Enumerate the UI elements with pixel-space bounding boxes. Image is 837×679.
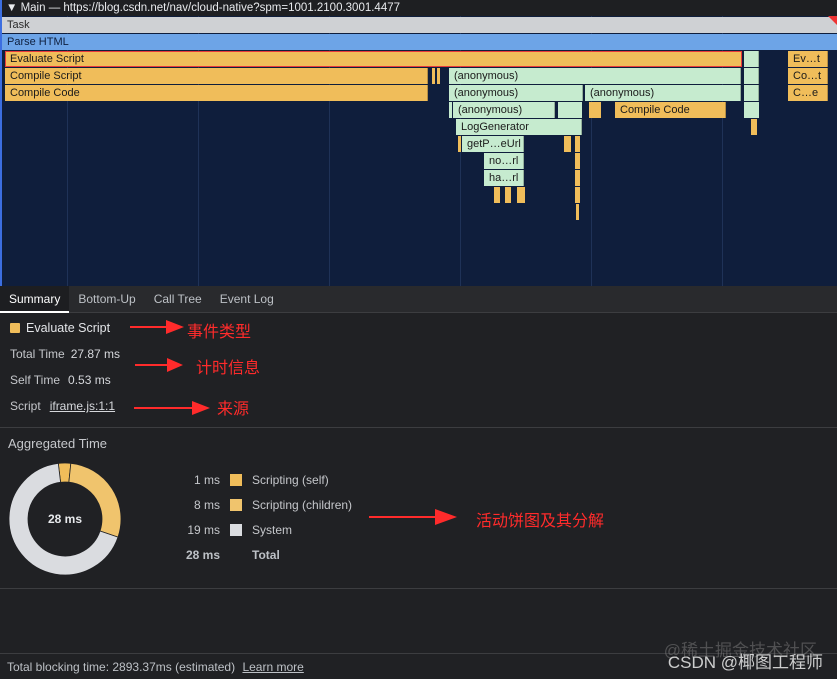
log-generator-bar[interactable]: LogGenerator [456, 119, 582, 135]
self-time-row: Self Time 0.53 ms [10, 373, 111, 387]
aggregated-time-title: Aggregated Time [8, 436, 108, 451]
legend-item: 8 ms Scripting (children) [178, 498, 352, 512]
event-color-swatch [10, 323, 20, 333]
legend-total-label: Total [252, 548, 280, 562]
aggregated-time-donut: 28 ms [8, 462, 122, 576]
flame-bar[interactable] [744, 51, 759, 67]
flame-bar[interactable] [449, 102, 452, 118]
legend-total-ms: 28 ms [185, 548, 220, 562]
legend-label: Scripting (self) [252, 473, 329, 487]
script-row: Script iframe.js:1:1 [10, 399, 115, 413]
anonymous-bar[interactable]: (anonymous) [449, 85, 583, 101]
annotation-pie-breakdown: 活动饼图及其分解 [476, 511, 605, 530]
flame-bar[interactable] [437, 68, 440, 84]
divider [0, 588, 837, 589]
learn-more-link[interactable]: Learn more [242, 660, 303, 674]
flame-bar[interactable] [575, 187, 580, 203]
flame-bar[interactable] [744, 68, 759, 84]
main-track-header[interactable]: ▼ Main — https://blog.csdn.net/nav/cloud… [2, 0, 837, 16]
flame-bar[interactable] [744, 85, 759, 101]
flame-bar[interactable] [564, 136, 571, 152]
summary-panel: Evaluate Script Total Time 27.87 ms Self … [0, 313, 837, 428]
legend-total: 28 ms Total [178, 548, 280, 562]
compile-code-bar[interactable]: Compile Code [615, 102, 726, 118]
self-time-label: Self Time [10, 373, 61, 387]
parse-html-bar[interactable]: Parse HTML [2, 34, 837, 50]
flame-bar[interactable] [494, 187, 500, 203]
donut-slice-scripting-children [68, 462, 122, 538]
legend-item: 19 ms System [178, 523, 292, 537]
legend-label: System [252, 523, 293, 537]
anonymous-bar[interactable]: (anonymous) [585, 85, 741, 101]
long-task-flag-icon [828, 16, 837, 25]
tab-event-log[interactable]: Event Log [211, 286, 283, 313]
details-tabbar: Summary Bottom-Up Call Tree Event Log [0, 286, 837, 313]
legend-swatch [230, 474, 242, 486]
event-title: Evaluate Script [10, 321, 110, 335]
flame-bar[interactable] [558, 102, 582, 118]
script-label: Script [10, 399, 41, 413]
flame-bar[interactable] [432, 68, 435, 84]
total-time-row: Total Time 27.87 ms [10, 347, 120, 361]
legend-label: Scripting (children) [252, 498, 353, 512]
anonymous-bar[interactable]: (anonymous) [453, 102, 555, 118]
flame-bar[interactable] [576, 204, 579, 220]
annotation-source: 来源 [217, 399, 250, 418]
annotation-arrow-icon [134, 401, 210, 415]
flame-bar[interactable] [575, 153, 580, 169]
legend-ms: 19 ms [187, 523, 220, 537]
no-rl-bar[interactable]: no…rl [484, 153, 524, 169]
flame-chart[interactable]: ▼ Main — https://blog.csdn.net/nav/cloud… [0, 0, 837, 286]
total-blocking-time: Total blocking time: 2893.37ms (estimate… [7, 660, 236, 674]
get-url-bar[interactable]: getP…eUrl [462, 136, 524, 152]
legend-item: 1 ms Scripting (self) [178, 473, 329, 487]
script-source-link[interactable]: iframe.js:1:1 [50, 399, 115, 413]
flame-bar[interactable]: C…e [788, 85, 828, 101]
annotation-event-type: 事件类型 [187, 322, 252, 341]
self-time-value: 0.53 ms [68, 373, 111, 387]
tab-call-tree[interactable]: Call Tree [145, 286, 211, 313]
annotation-timing-info: 计时信息 [196, 358, 261, 377]
annotation-arrow-icon [135, 358, 183, 372]
tab-summary[interactable]: Summary [0, 286, 70, 313]
flame-bar[interactable]: Ev…t [788, 51, 828, 67]
flame-bar[interactable] [589, 102, 601, 118]
divider [0, 427, 837, 428]
flame-bar[interactable] [575, 136, 580, 152]
legend-swatch [230, 499, 242, 511]
annotation-arrow-icon [369, 509, 457, 525]
total-time-label: Total Time [10, 347, 65, 361]
evaluate-script-bar[interactable]: Evaluate Script [5, 51, 742, 67]
tab-bottom-up[interactable]: Bottom-Up [69, 286, 144, 313]
total-time-value: 27.87 ms [70, 347, 121, 361]
annotation-arrow-icon [130, 320, 184, 334]
legend-ms: 8 ms [193, 498, 220, 512]
flame-bar[interactable] [458, 136, 461, 152]
anonymous-bar[interactable]: (anonymous) [449, 68, 741, 84]
donut-center-label: 28 ms [48, 512, 82, 526]
flame-bar[interactable]: Co…t [788, 68, 828, 84]
flame-bar[interactable] [517, 187, 525, 203]
flame-bar[interactable] [744, 102, 759, 118]
legend-ms: 1 ms [193, 473, 220, 487]
ha-rl-bar[interactable]: ha…rl [484, 170, 524, 186]
watermark-csdn: CSDN @椰图工程师 [667, 653, 823, 672]
flame-bar[interactable] [751, 119, 757, 135]
task-bar[interactable]: Task [2, 17, 837, 33]
flame-bar[interactable] [505, 187, 511, 203]
compile-script-bar[interactable]: Compile Script [5, 68, 428, 84]
flame-bar[interactable] [575, 170, 580, 186]
legend-swatch [230, 524, 242, 536]
event-name: Evaluate Script [26, 321, 111, 335]
compile-code-bar[interactable]: Compile Code [5, 85, 428, 101]
